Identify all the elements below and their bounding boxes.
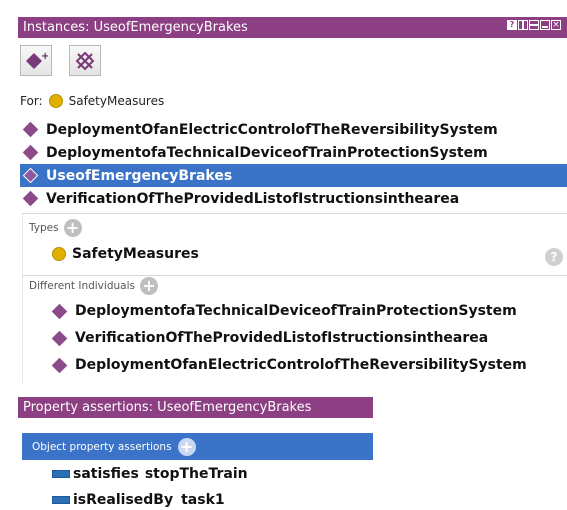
property-assertions-header: Property assertions: UseofEmergencyBrake… bbox=[18, 397, 373, 418]
property-name: satisfies bbox=[73, 466, 139, 482]
add-individual-icon: + bbox=[26, 51, 48, 69]
split-horizontal-icon[interactable] bbox=[529, 20, 539, 30]
individual-icon bbox=[51, 303, 68, 319]
different-individual-label: VerificationOfTheProvidedListofIstructio… bbox=[75, 330, 489, 346]
list-item-selected[interactable]: UseofEmergencyBrakes bbox=[20, 164, 567, 187]
type-label: SafetyMeasures bbox=[72, 246, 199, 262]
types-label: Types bbox=[29, 222, 59, 234]
individual-label: UseofEmergencyBrakes bbox=[46, 167, 233, 184]
individual-icon bbox=[51, 330, 68, 346]
class-icon bbox=[48, 94, 63, 108]
property-value: task1 bbox=[181, 492, 225, 508]
property-assertions-title: Property assertions: UseofEmergencyBrake… bbox=[23, 400, 312, 415]
help-icon[interactable]: ? bbox=[545, 248, 563, 266]
for-label: For: bbox=[20, 94, 43, 108]
types-section bbox=[22, 213, 567, 275]
for-class-line: For: SafetyMeasures bbox=[20, 94, 164, 108]
close-icon[interactable]: × bbox=[551, 20, 561, 30]
type-item[interactable]: SafetyMeasures bbox=[52, 246, 199, 262]
individual-label: DeploymentOfanElectricControlofTheRevers… bbox=[46, 121, 498, 138]
individuals-list: DeploymentOfanElectricControlofTheRevers… bbox=[20, 118, 567, 210]
svg-text:+: + bbox=[41, 51, 48, 62]
delete-individual-icon bbox=[75, 51, 95, 70]
split-vertical-icon[interactable] bbox=[518, 20, 528, 30]
add-different-individual-icon[interactable]: + bbox=[139, 277, 158, 295]
individual-icon bbox=[22, 144, 39, 161]
different-individual-item[interactable]: DeploymentofaTechnicalDeviceofTrainProte… bbox=[51, 303, 517, 319]
instances-panel-title: Instances: UseofEmergencyBrakes bbox=[23, 20, 248, 35]
property-assertion-row[interactable]: satisfies stopTheTrain bbox=[52, 466, 248, 482]
object-property-icon bbox=[52, 496, 70, 504]
object-property-assertions-header: Object property assertions + bbox=[22, 433, 373, 460]
object-property-assertions-label: Object property assertions bbox=[32, 440, 172, 453]
panel-controls: ? × bbox=[507, 20, 561, 30]
list-item[interactable]: VerificationOfTheProvidedListofIstructio… bbox=[20, 187, 567, 210]
different-individual-item[interactable]: DeploymentOfanElectricControlofTheRevers… bbox=[51, 357, 527, 373]
individual-icon bbox=[22, 167, 39, 184]
delete-individual-button[interactable] bbox=[69, 45, 101, 76]
property-value: stopTheTrain bbox=[144, 466, 248, 482]
different-individual-item[interactable]: VerificationOfTheProvidedListofIstructio… bbox=[51, 330, 489, 346]
list-item[interactable]: DeploymentofaTechnicalDeviceofTrainProte… bbox=[20, 141, 567, 164]
different-individual-label: DeploymentofaTechnicalDeviceofTrainProte… bbox=[75, 303, 517, 319]
minimize-icon[interactable] bbox=[540, 20, 550, 30]
different-individuals-header: Different Individuals + bbox=[29, 277, 158, 295]
object-property-icon bbox=[52, 470, 70, 478]
property-assertion-row[interactable]: isRealisedBy task1 bbox=[52, 492, 225, 508]
individual-label: DeploymentofaTechnicalDeviceofTrainProte… bbox=[46, 144, 488, 161]
types-header: Types + bbox=[29, 219, 82, 237]
individual-icon bbox=[51, 357, 68, 373]
add-individual-button[interactable]: + bbox=[20, 45, 52, 76]
class-icon bbox=[52, 247, 66, 261]
different-individual-label: DeploymentOfanElectricControlofTheRevers… bbox=[75, 357, 527, 373]
different-individuals-label: Different Individuals bbox=[29, 280, 135, 292]
for-class-name[interactable]: SafetyMeasures bbox=[69, 94, 165, 108]
individual-icon bbox=[22, 190, 39, 207]
property-name: isRealisedBy bbox=[73, 492, 174, 508]
instances-panel-header: Instances: UseofEmergencyBrakes ? × bbox=[18, 17, 567, 38]
help-icon[interactable]: ? bbox=[507, 20, 517, 30]
individual-label: VerificationOfTheProvidedListofIstructio… bbox=[46, 190, 460, 207]
add-object-property-icon[interactable]: + bbox=[177, 437, 196, 456]
add-type-icon[interactable]: + bbox=[63, 219, 82, 237]
individual-icon bbox=[22, 121, 39, 138]
list-item[interactable]: DeploymentOfanElectricControlofTheRevers… bbox=[20, 118, 567, 141]
